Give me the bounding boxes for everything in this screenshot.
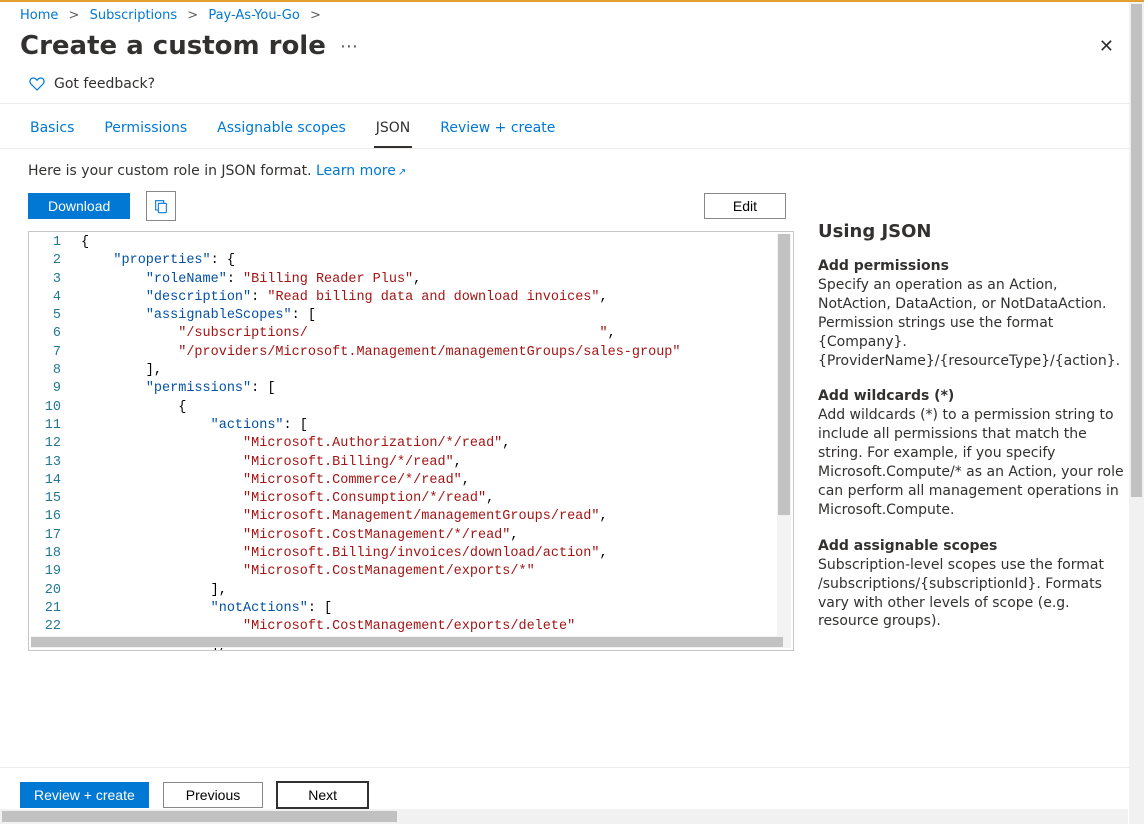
breadcrumb-subscriptions[interactable]: Subscriptions	[90, 8, 178, 23]
editor-scrollbar-vertical[interactable]	[777, 234, 791, 636]
help-heading: Using JSON	[818, 221, 1130, 242]
feedback-link[interactable]: Got feedback?	[0, 69, 1144, 104]
help-sec-1-title: Add wildcards (*)	[818, 388, 1130, 404]
help-panel: Using JSON Add permissions Specify an op…	[818, 163, 1130, 727]
breadcrumb-payg[interactable]: Pay-As-You-Go	[208, 8, 300, 23]
wizard-footer: Review + create Previous Next	[0, 767, 1144, 808]
help-sec-0-title: Add permissions	[818, 258, 1130, 274]
tabs: Basics Permissions Assignable scopes JSO…	[0, 104, 1144, 149]
window-scrollbar-vertical[interactable]	[1129, 2, 1144, 824]
copy-button[interactable]	[146, 191, 176, 221]
help-sec-1-body: Add wildcards (*) to a permission string…	[818, 406, 1130, 519]
review-create-button[interactable]: Review + create	[20, 782, 149, 808]
json-editor[interactable]: 1 2 3 4 5 6 7 8 9 10 11 12 13 14 15 16 1…	[28, 231, 794, 651]
window-scrollbar-horizontal[interactable]	[0, 809, 1128, 824]
help-sec-2-body: Subscription-level scopes use the format…	[818, 556, 1130, 632]
tab-review-create[interactable]: Review + create	[438, 118, 557, 148]
previous-button[interactable]: Previous	[163, 782, 263, 808]
chevron-right-icon: >	[310, 8, 321, 23]
chevron-right-icon: >	[69, 8, 80, 23]
breadcrumb-home[interactable]: Home	[20, 8, 58, 23]
tab-basics[interactable]: Basics	[28, 118, 76, 148]
tab-permissions[interactable]: Permissions	[102, 118, 189, 148]
editor-scrollbar-horizontal[interactable]	[31, 636, 791, 648]
heart-icon	[28, 75, 46, 93]
intro-text-span: Here is your custom role in JSON format.	[28, 163, 316, 179]
page-title: Create a custom role	[20, 31, 326, 61]
download-button[interactable]: Download	[28, 193, 130, 219]
scrollbar-corner	[1129, 809, 1144, 824]
learn-more-link[interactable]: Learn more	[316, 163, 406, 179]
breadcrumb: Home > Subscriptions > Pay-As-You-Go >	[0, 2, 1144, 25]
chevron-right-icon: >	[187, 8, 198, 23]
more-actions-button[interactable]: ⋯	[340, 36, 359, 57]
help-sec-0-body: Specify an operation as an Action, NotAc…	[818, 276, 1130, 370]
tab-json[interactable]: JSON	[374, 118, 413, 148]
help-sec-2-title: Add assignable scopes	[818, 538, 1130, 554]
next-button[interactable]: Next	[277, 782, 368, 808]
editor-content[interactable]: { "properties": { "roleName": "Billing R…	[77, 232, 793, 650]
editor-gutter: 1 2 3 4 5 6 7 8 9 10 11 12 13 14 15 16 1…	[29, 232, 77, 650]
close-button[interactable]: ✕	[1089, 32, 1124, 61]
copy-icon	[153, 198, 169, 214]
tab-assignable-scopes[interactable]: Assignable scopes	[215, 118, 348, 148]
feedback-label: Got feedback?	[54, 76, 155, 92]
intro-text: Here is your custom role in JSON format.…	[28, 163, 794, 179]
edit-button[interactable]: Edit	[704, 193, 786, 219]
